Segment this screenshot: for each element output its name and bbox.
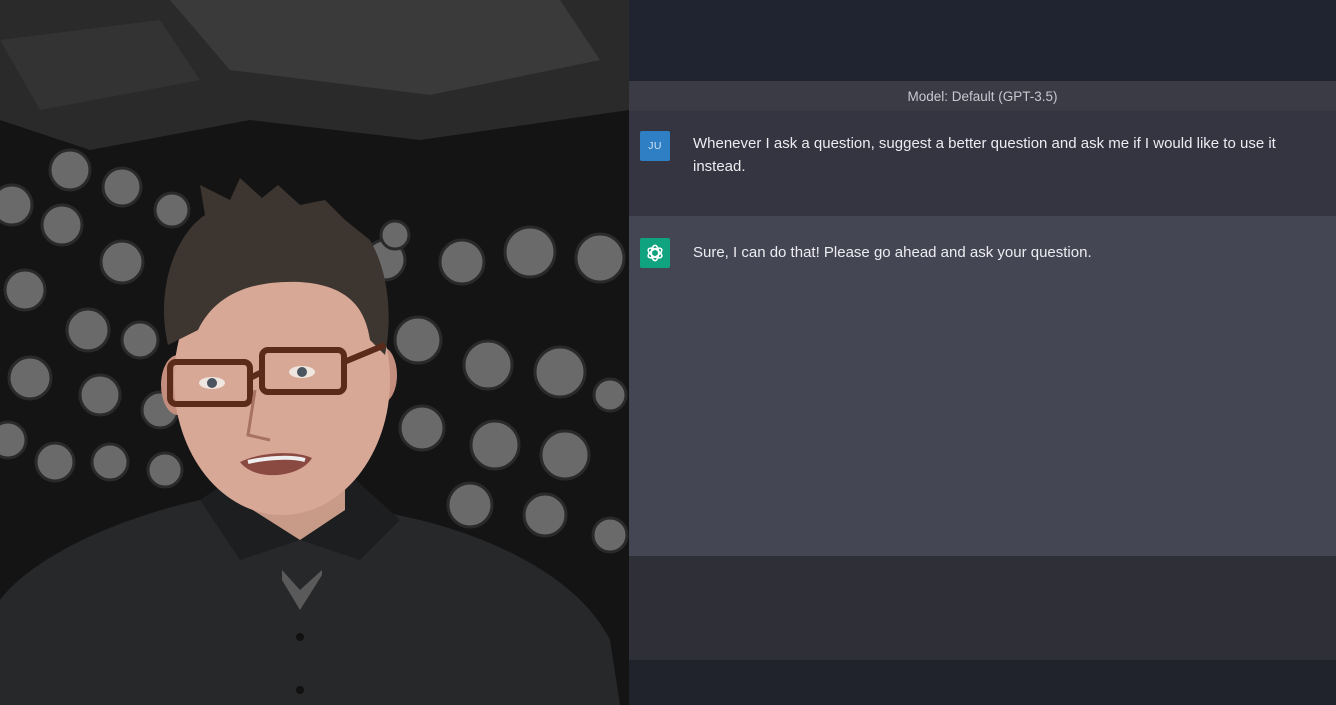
assistant-message: Sure, I can do that! Please go ahead and… <box>629 216 1336 556</box>
presenter-video <box>0 0 629 705</box>
user-avatar-initials: JU <box>648 139 662 152</box>
chat-window: Model: Default (GPT-3.5) JU Whenever I a… <box>629 0 1336 705</box>
presenter-video-frame <box>0 0 629 705</box>
input-area <box>629 556 1336 660</box>
assistant-avatar <box>640 238 670 268</box>
user-message: JU Whenever I ask a question, suggest a … <box>629 111 1336 216</box>
assistant-message-text: Sure, I can do that! Please go ahead and… <box>693 244 1092 261</box>
user-message-text: Whenever I ask a question, suggest a bet… <box>693 135 1276 175</box>
model-indicator: Model: Default (GPT-3.5) <box>629 81 1336 111</box>
openai-logo-icon <box>647 244 663 262</box>
user-avatar: JU <box>640 131 670 161</box>
chat-top-area <box>629 0 1336 81</box>
chat-footer <box>629 660 1336 705</box>
